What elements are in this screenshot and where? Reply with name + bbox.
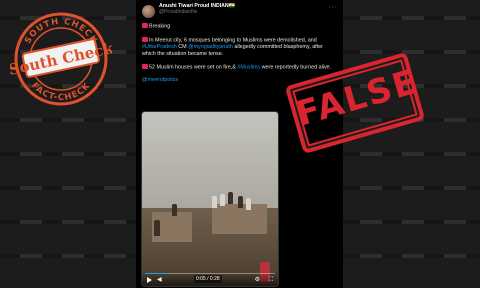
hashtag-muslims[interactable]: #Muslims (237, 65, 260, 71)
video-person (154, 220, 160, 236)
paragraph-mosques: In Meerut city, 6 mosques belonging to M… (142, 36, 337, 59)
text-segment: In Meerut city, 6 mosques belonging to M… (149, 37, 317, 43)
paragraph-breaking: Breaking (142, 23, 337, 31)
author-block: Anushi Tiwari Proud INDIAN🇮🇳 @ProudIndia… (159, 3, 329, 15)
video-wall (212, 204, 267, 234)
text-segment: were reportedly burned alive. (260, 64, 332, 71)
play-icon[interactable] (147, 277, 152, 283)
video-progress-bar[interactable] (145, 273, 275, 274)
video-controls: ◀ 0:05 / 0:28 ⚙ ⛶ (142, 272, 278, 286)
tweet-text: Breaking In Meerut city, 6 mosques belon… (136, 18, 343, 72)
video-person (246, 198, 251, 210)
background-right-strip (340, 0, 480, 288)
hashtag-uttarpradesh[interactable]: #UttarPradesh (142, 44, 177, 50)
settings-icon[interactable]: ⚙ (255, 277, 260, 283)
video-timestamp: 0:05 / 0:28 (194, 275, 222, 283)
mention-cm[interactable]: @myogiadityanath (188, 44, 233, 50)
south-check-stamp-logo: SOUTH CHECK FACT-CHECK South Check (10, 12, 112, 106)
volume-icon[interactable]: ◀ (157, 277, 162, 283)
paragraph-houses: 52 Muslim houses were set on fire,& #Mus… (142, 64, 337, 72)
video-person (228, 192, 233, 204)
video-person (220, 194, 225, 206)
text-segment: 52 Muslim houses were set on fire,& (149, 64, 238, 71)
tweet-header: Anushi Tiwari Proud INDIAN🇮🇳 @ProudIndia… (136, 0, 343, 18)
fullscreen-icon[interactable]: ⛶ (269, 277, 273, 283)
siren-emoji-icon (142, 64, 148, 69)
text-segment: CM (176, 44, 189, 50)
siren-emoji-icon (142, 36, 148, 42)
siren-emoji-icon (142, 23, 148, 28)
video-person (172, 204, 177, 216)
avatar[interactable] (142, 5, 155, 18)
video-progress-fill (145, 273, 169, 274)
video-person (212, 196, 217, 208)
video-sky (142, 112, 278, 212)
user-handle[interactable]: @ProudIndianNe (159, 10, 329, 15)
more-options-icon[interactable]: ··· (329, 4, 338, 11)
breaking-text: Breaking (149, 23, 171, 30)
video-person (238, 196, 243, 208)
video-player[interactable]: ◀ 0:05 / 0:28 ⚙ ⛶ (141, 111, 279, 287)
